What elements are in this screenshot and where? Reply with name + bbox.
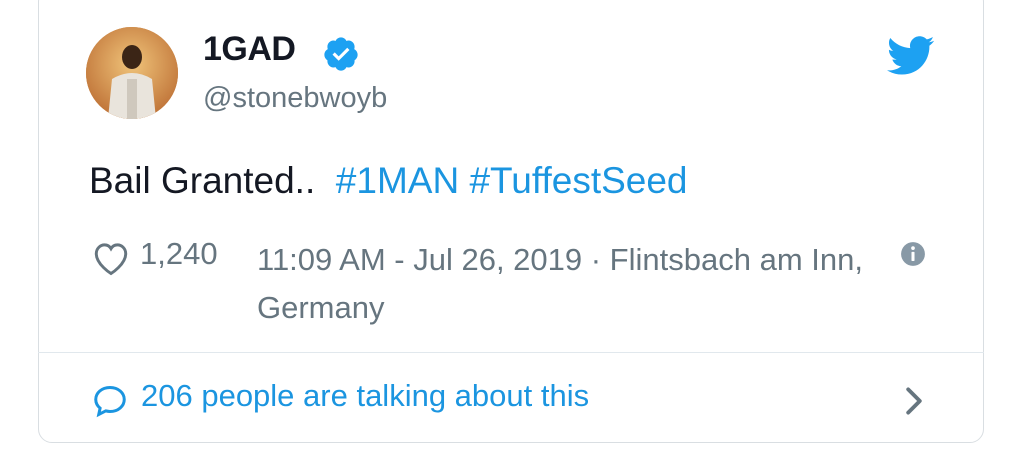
timestamp-location[interactable]: 11:09 AM - Jul 26, 2019 · Flintsbach am … (257, 236, 877, 332)
twitter-bird-icon[interactable] (886, 36, 936, 76)
tweet-card (38, 0, 984, 443)
hashtag-1man[interactable]: #1MAN (336, 160, 459, 201)
avatar[interactable] (86, 27, 178, 119)
talking-about-link[interactable]: 206 people are talking about this (141, 378, 589, 414)
chevron-right-icon[interactable] (903, 385, 925, 417)
verified-badge-icon (324, 37, 358, 71)
like-count[interactable]: 1,240 (140, 236, 218, 272)
hashtag-tuffestseed[interactable]: #TuffestSeed (469, 160, 687, 201)
heart-icon[interactable] (91, 240, 131, 276)
info-icon[interactable] (900, 241, 926, 267)
display-name[interactable]: 1GAD (203, 30, 296, 69)
user-handle[interactable]: @stonebwoyb (203, 82, 387, 115)
divider (38, 352, 984, 353)
tweet-body: Bail Granted.. (89, 160, 336, 201)
tweet-text: Bail Granted.. #1MAN #TuffestSeed (89, 160, 688, 202)
speech-bubble-icon[interactable] (91, 383, 129, 419)
